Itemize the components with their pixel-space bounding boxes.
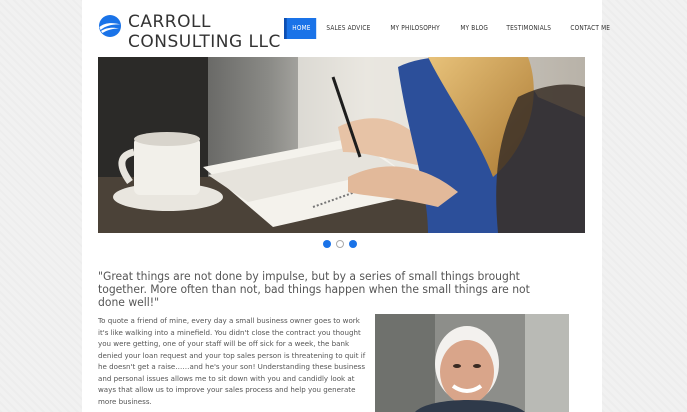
nav-home[interactable]: HOME (284, 18, 317, 39)
nav-testimonials[interactable]: TESTIMONIALS (499, 18, 559, 39)
brand-line-2: CONSULTING LLC (128, 32, 281, 52)
slider-dots (323, 240, 357, 248)
featured-quote: "Great things are not done by impulse, b… (98, 269, 530, 309)
intro-paragraph: To quote a friend of mine, every day a s… (98, 316, 366, 406)
slider-dot-3[interactable] (349, 240, 357, 248)
nav-sales-advice[interactable]: SALES ADVICE (319, 18, 378, 39)
site-logo[interactable]: CARROLL CONSULTING LLC (98, 12, 281, 52)
slider-dot-1[interactable] (323, 240, 331, 248)
hero-slider-image[interactable] (98, 57, 585, 233)
nav-contact-me[interactable]: CONTACT ME (563, 18, 617, 39)
nav-my-philosophy[interactable]: MY PHILOSOPHY (383, 18, 447, 39)
brand-name: CARROLL CONSULTING LLC (128, 12, 281, 52)
globe-swoosh-icon (99, 15, 121, 37)
consultant-portrait-image (375, 314, 569, 412)
main-nav: HOME SALES ADVICE MY PHILOSOPHY MY BLOG … (284, 18, 623, 39)
nav-my-blog[interactable]: MY BLOG (453, 18, 495, 39)
brand-line-1: CARROLL (128, 12, 211, 32)
slider-dot-2[interactable] (336, 240, 344, 248)
